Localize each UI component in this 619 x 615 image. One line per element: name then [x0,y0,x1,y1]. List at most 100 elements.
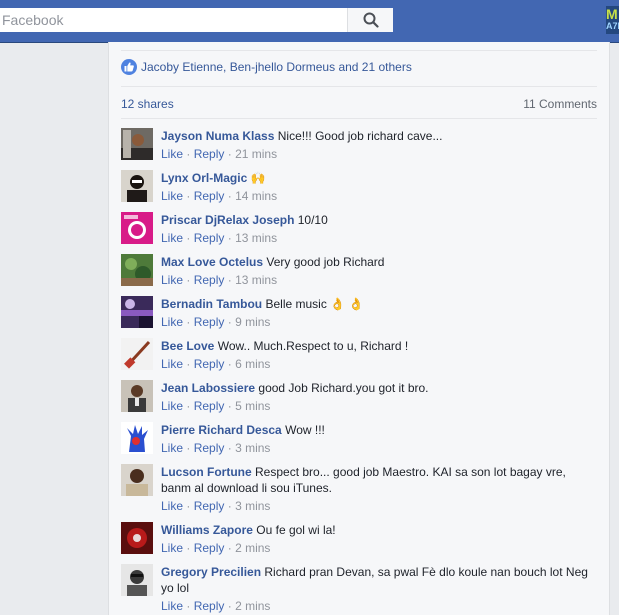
reply-link[interactable]: Reply [194,231,225,245]
avatar[interactable] [121,422,153,454]
like-link[interactable]: Like [161,441,183,455]
reply-link[interactable]: Reply [194,541,225,555]
avatar[interactable] [121,128,153,160]
avatar[interactable] [121,170,153,202]
reply-link[interactable]: Reply [194,599,225,613]
ok-hand-emoji: 👌 👌 [330,297,364,311]
comment-body: Lucson Fortune Respect bro... good job M… [161,464,597,514]
reply-link[interactable]: Reply [194,499,225,513]
comment-timestamp[interactable]: 2 mins [235,599,270,613]
comment-text: good Job Richard.you got it bro. [258,381,429,395]
separator-dot: · [186,189,191,203]
corner-badge-line2: A7M [606,21,619,31]
reactions-summary[interactable]: Jacoby Etienne, Ben-jhello Dormeus and 2… [121,59,412,75]
separator-dot: · [186,541,191,555]
separator-dot: · [227,399,232,413]
divider [121,118,597,119]
comment-timestamp[interactable]: 5 mins [235,399,270,413]
separator-dot: · [186,599,191,613]
separator-dot: · [186,315,191,329]
separator-dot: · [186,499,191,513]
comment-actions: Like · Reply · 21 mins [161,146,597,162]
comment-author-link[interactable]: Bernadin Tambou [161,297,262,311]
like-link[interactable]: Like [161,147,183,161]
comment-timestamp[interactable]: 3 mins [235,499,270,513]
like-link[interactable]: Like [161,315,183,329]
comment-actions: Like · Reply · 6 mins [161,356,597,372]
comment-text: Belle music [265,297,327,311]
separator-dot: · [227,315,232,329]
like-link[interactable]: Like [161,399,183,413]
separator-dot: · [186,441,191,455]
comment-text: Nice!!! Good job richard cave... [277,129,443,143]
like-link[interactable]: Like [161,189,183,203]
comment-body: Bee Love Wow.. Much.Respect to u, Richar… [161,338,597,372]
avatar[interactable] [121,522,153,554]
comment-author-link[interactable]: Jayson Numa Klass [161,129,274,143]
like-link[interactable]: Like [161,231,183,245]
separator-dot: · [186,231,191,245]
search-box [0,8,393,32]
separator-dot: · [227,357,232,371]
comment-timestamp[interactable]: 13 mins [235,231,277,245]
avatar[interactable] [121,464,153,496]
reply-link[interactable]: Reply [194,357,225,371]
corner-logo-badge[interactable]: M A7M [606,6,619,34]
reply-link[interactable]: Reply [194,441,225,455]
separator-dot: · [227,147,232,161]
comment-author-link[interactable]: Priscar DjRelax Joseph [161,213,294,227]
shares-link[interactable]: 12 shares [121,97,174,111]
separator-dot: · [227,499,232,513]
comment-body: Jayson Numa Klass Nice!!! Good job richa… [161,128,597,162]
reply-link[interactable]: Reply [194,273,225,287]
avatar[interactable] [121,212,153,244]
avatar[interactable] [121,338,153,370]
comment-timestamp[interactable]: 3 mins [235,441,270,455]
comment-author-link[interactable]: Lynx Orl-Magic [161,171,247,185]
like-link[interactable]: Like [161,499,183,513]
comment-author-link[interactable]: Bee Love [161,339,214,353]
comment-timestamp[interactable]: 14 mins [235,189,277,203]
comment-timestamp[interactable]: 21 mins [235,147,277,161]
avatar[interactable] [121,296,153,328]
comment-text: 10/10 [297,213,328,227]
comments-count-link[interactable]: 11 Comments [523,97,597,111]
comment-actions: Like · Reply · 9 mins [161,314,597,330]
like-thumb-icon [121,59,137,75]
separator-dot: · [227,541,232,555]
comment-timestamp[interactable]: 6 mins [235,357,270,371]
separator-dot: · [186,147,191,161]
comment-timestamp[interactable]: 2 mins [235,541,270,555]
reply-link[interactable]: Reply [194,315,225,329]
comment-timestamp[interactable]: 9 mins [235,315,270,329]
top-navigation-bar: M A7M [0,0,619,43]
likes-text[interactable]: Jacoby Etienne, Ben-jhello Dormeus and 2… [141,60,412,74]
comment-actions: Like · Reply · 2 mins [161,598,597,614]
separator-dot: · [227,231,232,245]
comment-author-link[interactable]: Gregory Precilien [161,565,261,579]
comment-body: Lynx Orl-Magic 🙌 Like · Reply · 14 mins [161,170,597,204]
comment-author-link[interactable]: Max Love Octelus [161,255,263,269]
separator-dot: · [227,189,232,203]
comment-author-link[interactable]: Williams Zapore [161,523,253,537]
reply-link[interactable]: Reply [194,147,225,161]
avatar[interactable] [121,564,153,596]
comment-actions: Like · Reply · 3 mins [161,498,597,514]
search-input[interactable] [0,8,345,32]
reply-link[interactable]: Reply [194,399,225,413]
reply-link[interactable]: Reply [194,189,225,203]
comment-actions: Like · Reply · 13 mins [161,230,597,246]
like-link[interactable]: Like [161,357,183,371]
like-link[interactable]: Like [161,599,183,613]
like-link[interactable]: Like [161,273,183,287]
divider [121,86,597,87]
comment-timestamp[interactable]: 13 mins [235,273,277,287]
avatar[interactable] [121,380,153,412]
comment-author-link[interactable]: Pierre Richard Desca [161,423,282,437]
like-link[interactable]: Like [161,541,183,555]
search-button[interactable] [347,8,393,32]
avatar[interactable] [121,254,153,286]
comment-author-link[interactable]: Lucson Fortune [161,465,252,479]
comment-text: Very good job Richard [266,255,385,269]
comment-author-link[interactable]: Jean Labossiere [161,381,255,395]
